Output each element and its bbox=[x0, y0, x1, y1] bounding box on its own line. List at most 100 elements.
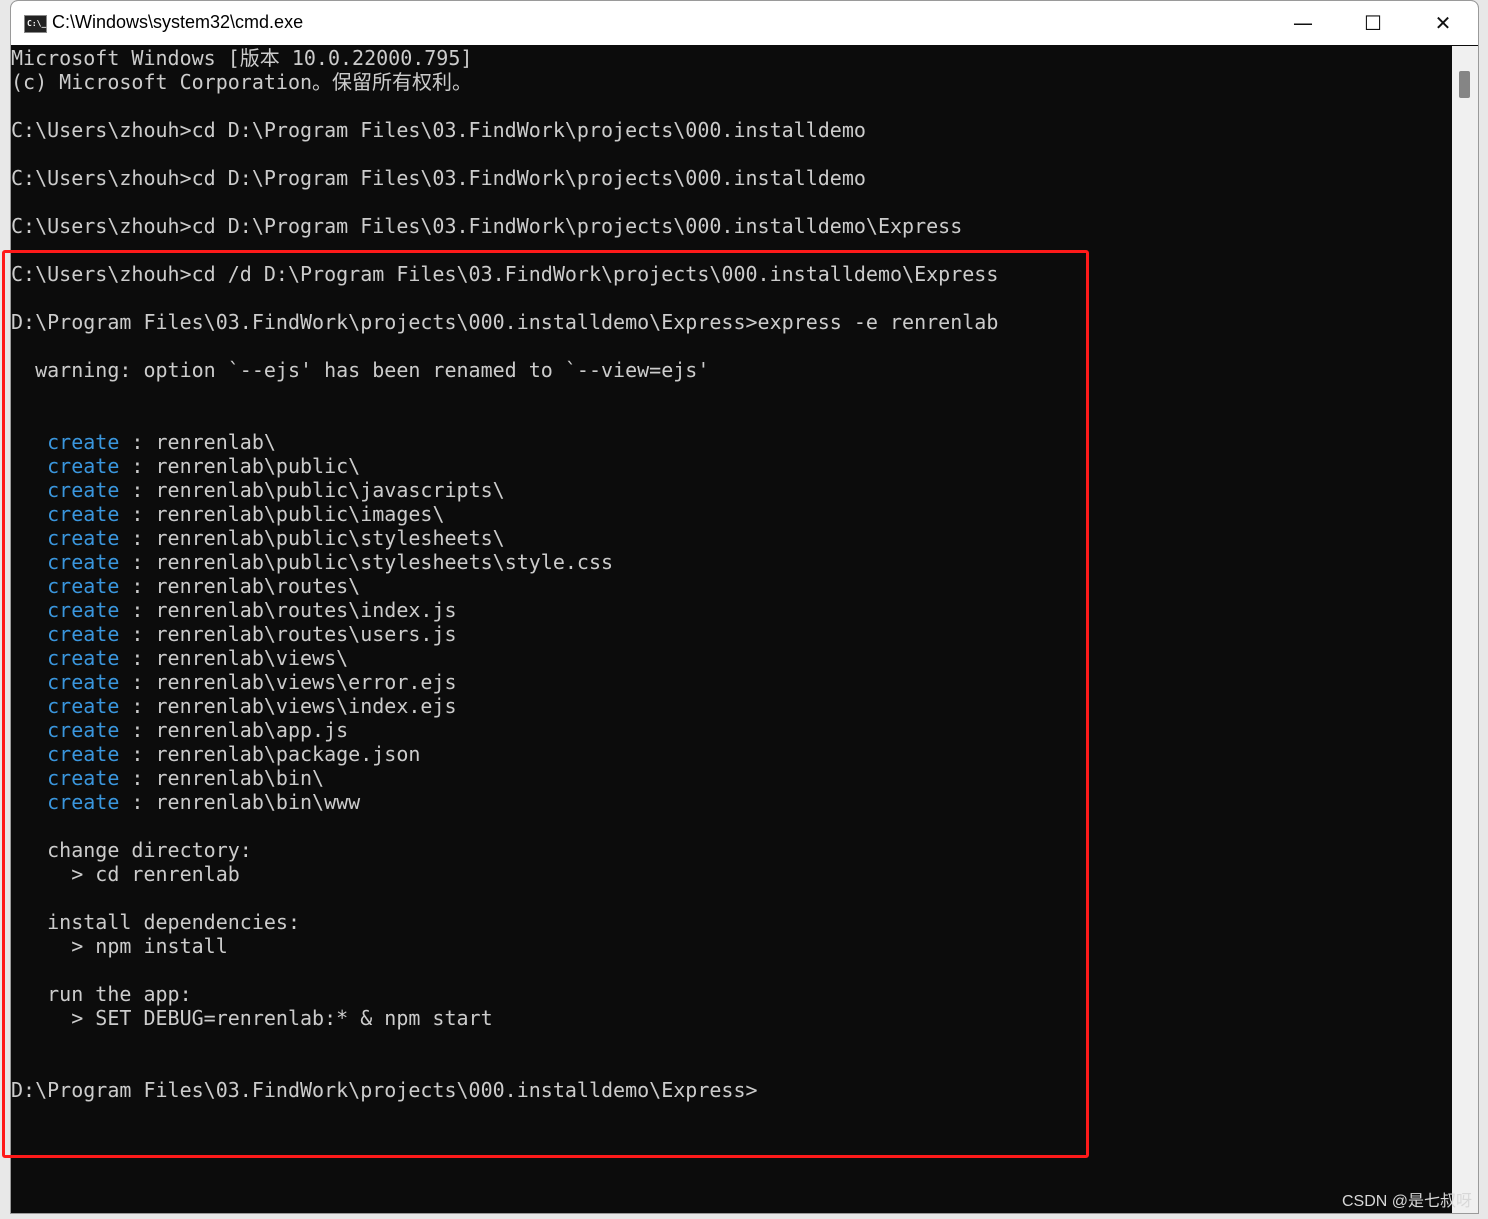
create-keyword: create bbox=[47, 430, 120, 454]
create-keyword: create bbox=[47, 646, 120, 670]
create-line: create : renrenlab\public\javascripts\ bbox=[11, 478, 1451, 502]
console-line: Microsoft Windows [版本 10.0.22000.795] bbox=[11, 46, 1451, 70]
line-text: C:\Users\zhouh>cd D:\Program Files\03.Fi… bbox=[11, 166, 866, 190]
line-text: : renrenlab\bin\ bbox=[119, 766, 325, 790]
line-text: (c) Microsoft Corporation。保留所有权利。 bbox=[11, 70, 473, 94]
minimize-button[interactable]: — bbox=[1268, 1, 1338, 45]
create-line: create : renrenlab\views\ bbox=[11, 646, 1451, 670]
maximize-button[interactable]: ☐ bbox=[1338, 1, 1408, 45]
console-line: > cd renrenlab bbox=[11, 862, 1451, 886]
vertical-scrollbar[interactable] bbox=[1452, 46, 1478, 1213]
create-keyword: create bbox=[47, 622, 120, 646]
console-line: D:\Program Files\03.FindWork\projects\00… bbox=[11, 310, 1451, 334]
create-line: create : renrenlab\routes\users.js bbox=[11, 622, 1451, 646]
line-text: : renrenlab\bin\www bbox=[119, 790, 361, 814]
scrollbar-thumb[interactable] bbox=[1459, 71, 1470, 98]
window-title: C:\Windows\system32\cmd.exe bbox=[52, 12, 304, 32]
line-text: > npm install bbox=[11, 934, 228, 958]
line-text: D:\Program Files\03.FindWork\projects\00… bbox=[11, 310, 999, 334]
create-keyword: create bbox=[47, 502, 120, 526]
create-line: create : renrenlab\public\stylesheets\st… bbox=[11, 550, 1451, 574]
create-keyword: create bbox=[47, 574, 120, 598]
create-line: create : renrenlab\package.json bbox=[11, 742, 1451, 766]
line-text: : renrenlab\public\stylesheets\style.css bbox=[119, 550, 614, 574]
create-line: create : renrenlab\bin\ bbox=[11, 766, 1451, 790]
console-line: C:\Users\zhouh>cd D:\Program Files\03.Fi… bbox=[11, 214, 1451, 238]
console-output[interactable]: Microsoft Windows [版本 10.0.22000.795] (c)… bbox=[11, 46, 1451, 1213]
line-text: change directory: bbox=[11, 838, 252, 862]
create-line: create : renrenlab\ bbox=[11, 430, 1451, 454]
line-text: : renrenlab\public\stylesheets\ bbox=[119, 526, 505, 550]
title-bar[interactable]: C:\_ C:\Windows\system32\cmd.exe — ☐ ✕ bbox=[11, 1, 1478, 45]
close-button[interactable]: ✕ bbox=[1408, 1, 1478, 45]
create-line: create : renrenlab\views\error.ejs bbox=[11, 670, 1451, 694]
line-text: run the app: bbox=[11, 982, 192, 1006]
create-line: create : renrenlab\public\ bbox=[11, 454, 1451, 478]
line-text: > cd renrenlab bbox=[11, 862, 240, 886]
line-text: warning: option `--ejs' has been renamed… bbox=[11, 358, 710, 382]
console-line: C:\Users\zhouh>cd /d D:\Program Files\03… bbox=[11, 262, 1451, 286]
line-text: : renrenlab\routes\index.js bbox=[119, 598, 457, 622]
line-text: : renrenlab\views\error.ejs bbox=[119, 670, 457, 694]
console-line: install dependencies: bbox=[11, 910, 1451, 934]
line-text: : renrenlab\views\ bbox=[119, 646, 349, 670]
create-line: create : renrenlab\bin\www bbox=[11, 790, 1451, 814]
line-text: : renrenlab\routes\users.js bbox=[119, 622, 457, 646]
create-line: create : renrenlab\views\index.ejs bbox=[11, 694, 1451, 718]
line-text: : renrenlab\ bbox=[119, 430, 276, 454]
create-keyword: create bbox=[47, 718, 120, 742]
line-text: : renrenlab\public\javascripts\ bbox=[119, 478, 505, 502]
line-text: C:\Users\zhouh>cd /d D:\Program Files\03… bbox=[11, 262, 999, 286]
console-line: run the app: bbox=[11, 982, 1451, 1006]
watermark: CSDN @是七叔呀 bbox=[1341, 1193, 1472, 1210]
create-keyword: create bbox=[47, 766, 120, 790]
line-text: : renrenlab\app.js bbox=[119, 718, 349, 742]
create-keyword: create bbox=[47, 526, 120, 550]
console-line: warning: option `--ejs' has been renamed… bbox=[11, 358, 1451, 382]
console-line: > npm install bbox=[11, 934, 1451, 958]
line-text: : renrenlab\package.json bbox=[119, 742, 421, 766]
create-keyword: create bbox=[47, 478, 120, 502]
console-line: D:\Program Files\03.FindWork\projects\00… bbox=[11, 1078, 1451, 1102]
line-text: C:\Users\zhouh>cd D:\Program Files\03.Fi… bbox=[11, 214, 963, 238]
line-text: : renrenlab\views\index.ejs bbox=[119, 694, 457, 718]
create-line: create : renrenlab\public\stylesheets\ bbox=[11, 526, 1451, 550]
create-keyword: create bbox=[47, 550, 120, 574]
line-text: install dependencies: bbox=[11, 910, 300, 934]
line-text: : renrenlab\routes\ bbox=[119, 574, 361, 598]
console-line: C:\Users\zhouh>cd D:\Program Files\03.Fi… bbox=[11, 166, 1451, 190]
create-keyword: create bbox=[47, 742, 120, 766]
line-text: C:\Users\zhouh>cd D:\Program Files\03.Fi… bbox=[11, 118, 866, 142]
create-keyword: create bbox=[47, 694, 120, 718]
line-text: > SET DEBUG=renrenlab:* & npm start bbox=[11, 1006, 493, 1030]
create-keyword: create bbox=[47, 598, 120, 622]
cmd-icon: C:\_ bbox=[24, 15, 47, 33]
create-line: create : renrenlab\routes\ bbox=[11, 574, 1451, 598]
line-text: : renrenlab\public\ bbox=[119, 454, 361, 478]
cmd-window: C:\_ C:\Windows\system32\cmd.exe — ☐ ✕ M… bbox=[10, 0, 1479, 1214]
create-line: create : renrenlab\public\images\ bbox=[11, 502, 1451, 526]
console-line: change directory: bbox=[11, 838, 1451, 862]
create-keyword: create bbox=[47, 790, 120, 814]
create-line: create : renrenlab\routes\index.js bbox=[11, 598, 1451, 622]
create-keyword: create bbox=[47, 670, 120, 694]
create-keyword: create bbox=[47, 454, 120, 478]
console-line: C:\Users\zhouh>cd D:\Program Files\03.Fi… bbox=[11, 118, 1451, 142]
console-line: > SET DEBUG=renrenlab:* & npm start bbox=[11, 1006, 1451, 1030]
line-text: D:\Program Files\03.FindWork\projects\00… bbox=[11, 1078, 758, 1102]
line-text: : renrenlab\public\images\ bbox=[119, 502, 445, 526]
line-text: Microsoft Windows [版本 10.0.22000.795] bbox=[11, 46, 473, 70]
